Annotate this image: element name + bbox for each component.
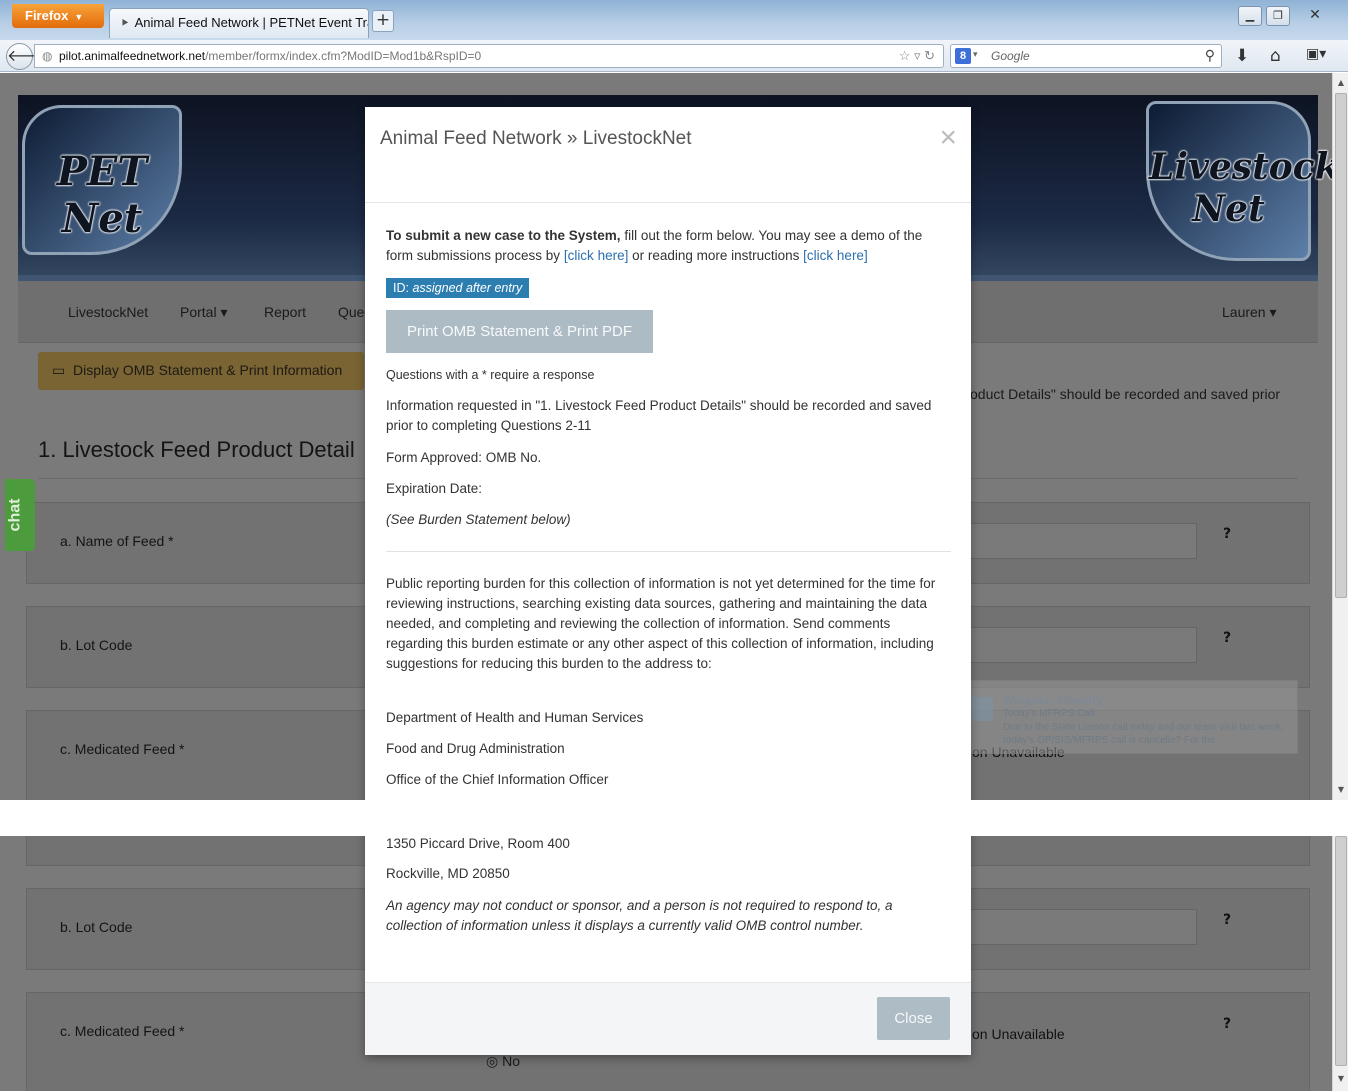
help-icon[interactable]: ?: [1223, 630, 1231, 646]
intro-bold: To submit a new case to the System,: [386, 228, 621, 243]
url-bar[interactable]: ◍ pilot.animalfeednetwork.net/member/for…: [34, 44, 944, 68]
url-path: /member/formx/index.cfm?ModID=Mod1b&RspI…: [205, 49, 482, 63]
capture-seam: [0, 800, 1348, 836]
tab-title: Animal Feed Network | PETNet Event Tra..…: [134, 15, 369, 30]
page-scrollbar[interactable]: ▲ ▼: [1332, 73, 1348, 800]
print-omb-button[interactable]: Print OMB Statement & Print PDF: [386, 310, 653, 353]
see-burden-statement: (See Burden Statement below): [386, 512, 571, 527]
home-icon[interactable]: ⌂: [1270, 46, 1281, 66]
notification-body: Due to the State Liaison call today and …: [1003, 722, 1284, 746]
search-icon[interactable]: ⚲: [1205, 47, 1215, 64]
field-label: a. Name of Feed *: [60, 533, 174, 549]
address-line: Food and Drug Administration: [386, 741, 565, 756]
modal-footer: Close: [365, 982, 971, 1055]
minimize-button[interactable]: ▁: [1238, 6, 1262, 26]
page-scrollbar-lower[interactable]: ▼: [1332, 836, 1348, 1091]
google-search-engine-icon[interactable]: 8: [955, 48, 971, 64]
radio-no-label: No: [502, 1053, 521, 1069]
search-placeholder: Google: [991, 49, 1030, 63]
nav-portal[interactable]: Portal ▾: [180, 304, 228, 321]
livestocknet-logo-text: Livestock Net: [1149, 146, 1332, 230]
petnet-logo-text: PET Net: [56, 148, 148, 242]
omb-modal: Animal Feed Network » LivestockNet × To …: [365, 107, 971, 1055]
livestocknet-logo: Livestock Net: [1146, 101, 1332, 261]
id-label: ID:: [393, 281, 413, 295]
help-icon[interactable]: ?: [1223, 912, 1231, 928]
addon-menu-icon[interactable]: ▣▾: [1306, 46, 1326, 62]
browser-titlebar: Firefox ▼ ⯈ Animal Feed Network | PETNet E…: [0, 0, 1348, 40]
address-line: Office of the Chief Information Officer: [386, 772, 609, 787]
help-icon[interactable]: ?: [1223, 1016, 1231, 1032]
new-tab-button[interactable]: +: [372, 10, 394, 32]
notification-close-icon[interactable]: ▾ ✕: [1271, 687, 1289, 700]
scroll-thumb-lower[interactable]: [1335, 836, 1347, 1066]
modal-divider: [386, 551, 951, 552]
maximize-button[interactable]: ❐: [1266, 6, 1290, 26]
scroll-down-icon[interactable]: ▼: [1335, 1072, 1347, 1086]
petnet-logo: PET Net: [22, 105, 182, 255]
instructions-link[interactable]: [click here]: [803, 248, 868, 263]
nav-livestocknet[interactable]: LivestockNet: [68, 304, 148, 320]
lot-code-input[interactable]: [957, 627, 1197, 663]
omb-disclaimer: An agency may not conduct or sponsor, an…: [386, 898, 893, 933]
radio-circle-icon: ◎: [486, 1053, 499, 1069]
display-omb-label: Display OMB Statement & Print Informatio…: [73, 362, 343, 378]
burden-statement: Public reporting burden for this collect…: [386, 576, 936, 671]
modal-title: Animal Feed Network » LivestockNet: [380, 128, 692, 149]
name-of-feed-input[interactable]: [957, 523, 1197, 559]
notification-subject: Today's MFRPS Call: [1003, 708, 1095, 719]
browser-navbar: 🡐 ◍ pilot.animalfeednetwork.net/member/f…: [0, 40, 1348, 72]
notification-sender: Weigner, Timothy: [1003, 693, 1103, 707]
address-line: Rockville, MD 20850: [386, 866, 510, 881]
firefox-menu-label: Firefox: [25, 8, 69, 23]
url-host: pilot.animalfeednetwork.net: [59, 49, 206, 63]
petnet-favicon-icon: ⯈: [120, 16, 130, 30]
chevron-down-icon: ▼: [74, 12, 84, 22]
back-button[interactable]: 🡐: [6, 43, 50, 70]
close-icon[interactable]: ×: [939, 121, 957, 155]
close-button[interactable]: Close: [877, 997, 950, 1040]
field-label: b. Lot Code: [60, 637, 133, 653]
scroll-up-icon[interactable]: ▲: [1335, 76, 1347, 90]
download-icon[interactable]: ⬇: [1235, 46, 1249, 66]
field-label: b. Lot Code: [60, 919, 133, 935]
chat-tab[interactable]: chat: [5, 479, 35, 551]
unavailable-option[interactable]: on Unavailable: [972, 1026, 1065, 1042]
chat-label: chat: [6, 498, 24, 532]
id-value: assigned after entry: [412, 281, 523, 295]
outlook-notification[interactable]: Weigner, Timothy Today's MFRPS Call Due …: [956, 680, 1298, 754]
display-omb-button[interactable]: ▭ Display OMB Statement & Print Informat…: [38, 352, 364, 390]
form-approved: Form Approved: OMB No.: [386, 450, 542, 465]
user-menu[interactable]: Lauren ▾: [1222, 304, 1277, 321]
id-badge: ID: assigned after entry: [386, 278, 530, 298]
help-icon[interactable]: ?: [1223, 526, 1231, 542]
bookmark-star-icon[interactable]: ☆ ▿ ↻: [899, 48, 935, 64]
address-line: 1350 Piccard Drive, Room 400: [386, 836, 570, 851]
modal-header: Animal Feed Network » LivestockNet ×: [365, 107, 971, 203]
intro-paragraph: To submit a new case to the System, fill…: [386, 226, 951, 266]
required-note: Questions with a * require a response: [386, 368, 595, 382]
firefox-menu-button[interactable]: Firefox ▼: [12, 4, 104, 28]
demo-link[interactable]: [click here]: [564, 248, 629, 263]
close-window-button[interactable]: ✕: [1300, 6, 1330, 26]
browser-tab-active[interactable]: ⯈ Animal Feed Network | PETNet Event Tra.…: [109, 8, 369, 38]
address-line: Department of Health and Human Services: [386, 710, 644, 725]
scroll-down-icon[interactable]: ▼: [1335, 783, 1347, 797]
lot-code-input[interactable]: [957, 909, 1197, 945]
laptop-icon: ▭: [52, 362, 66, 378]
radio-no[interactable]: ◎ No: [486, 1053, 520, 1070]
section-heading: 1. Livestock Feed Product Detail: [38, 437, 355, 462]
scroll-thumb[interactable]: [1335, 93, 1347, 598]
expiration-date: Expiration Date:: [386, 481, 483, 496]
info-requested: Information requested in "1. Livestock F…: [386, 398, 932, 433]
field-label: c. Medicated Feed *: [60, 1023, 185, 1039]
intro-text-2: or reading more instructions: [628, 248, 804, 263]
search-input[interactable]: 8 ▾ Google ⚲: [950, 44, 1222, 68]
background-note: oduct Details" should be recorded and sa…: [970, 386, 1281, 402]
nav-report[interactable]: Report: [264, 304, 306, 320]
field-label: c. Medicated Feed *: [60, 741, 185, 757]
globe-icon: ◍: [42, 49, 53, 63]
engine-dropdown-icon[interactable]: ▾: [973, 49, 978, 60]
nav-que[interactable]: Que: [338, 304, 364, 320]
